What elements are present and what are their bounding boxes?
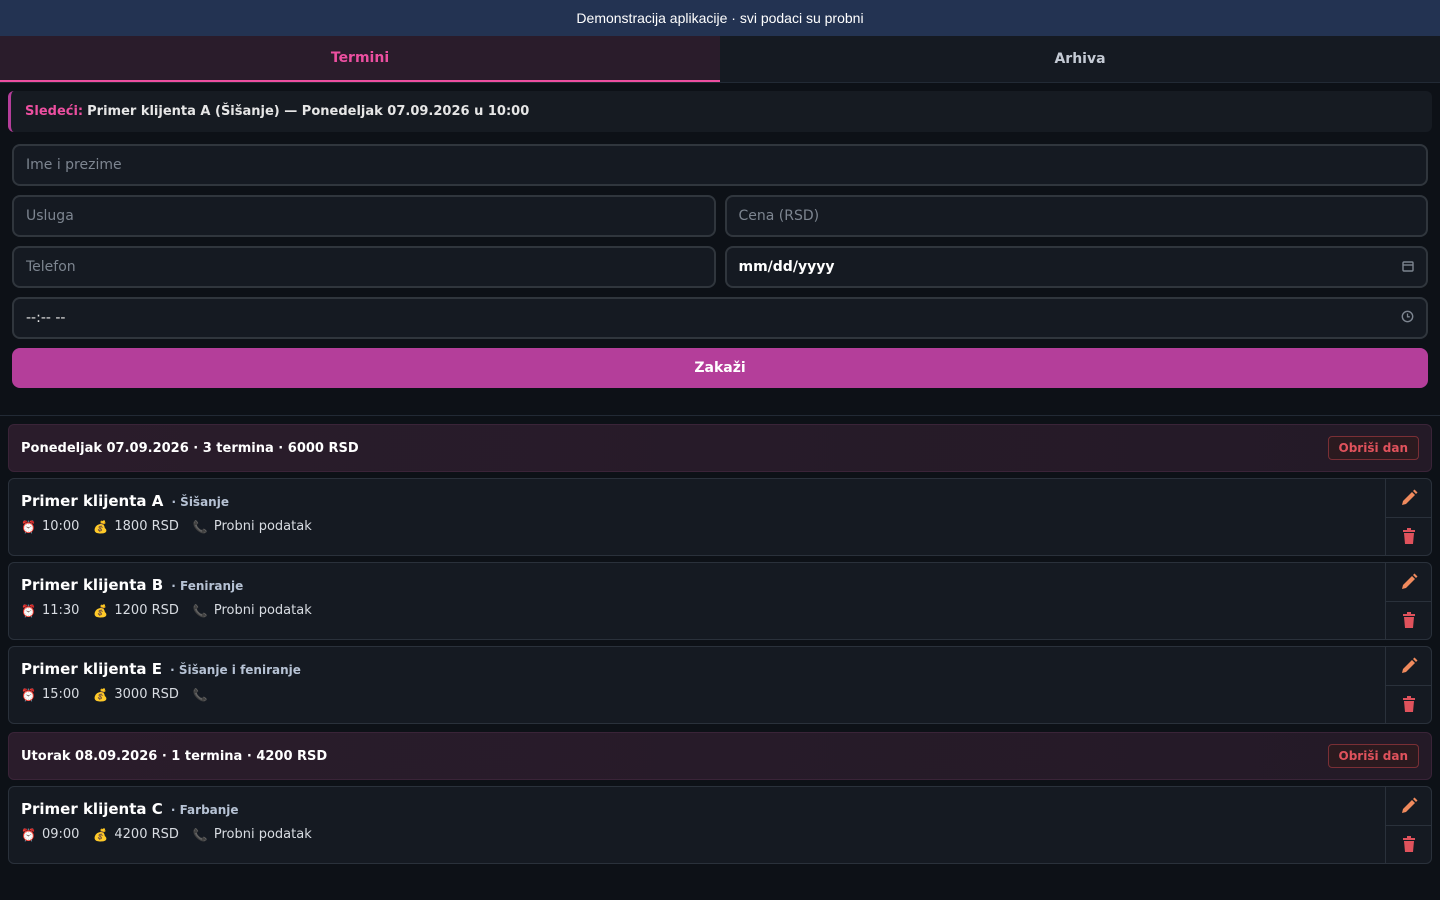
delete-button[interactable] [1386, 824, 1431, 864]
appointment-card: Primer klijenta B · Feniranje ⏰ 11:30 💰 12… [8, 562, 1432, 640]
money-bag-icon: 💰 [93, 687, 109, 702]
tab-termini[interactable]: Termini [0, 36, 720, 82]
next-appointment-banner: Sledeći: Primer klijenta A (Šišanje) — P… [8, 91, 1432, 132]
trash-icon [1402, 528, 1415, 545]
money-bag-icon: 💰 [93, 603, 109, 618]
appointment-time: 15:00 [41, 687, 80, 702]
appointment-price: 1800 RSD [114, 519, 179, 534]
phone-input[interactable] [12, 246, 716, 288]
client-name: Primer klijenta E [21, 660, 162, 678]
alarm-clock-icon: ⏰ [21, 519, 36, 534]
phone-icon: 📞 [192, 603, 208, 618]
time-input[interactable]: --:-- -- [12, 297, 1428, 339]
demo-banner: Demonstracija aplikacije · svi podaci su… [0, 0, 1440, 36]
pencil-icon [1401, 657, 1417, 673]
alarm-clock-icon: ⏰ [21, 827, 36, 842]
day-title: Ponedeljak 07.09.2026 · 3 termina · 6000… [21, 440, 359, 456]
pencil-icon [1401, 489, 1417, 505]
delete-day-button[interactable]: Obriši dan [1327, 436, 1419, 460]
next-text: Primer klijenta A (Šišanje) — Ponedeljak… [87, 104, 530, 119]
appointment-time: 11:30 [41, 603, 80, 618]
delete-day-button[interactable]: Obriši dan [1327, 744, 1419, 768]
appointment-time: 09:00 [41, 827, 80, 842]
trash-icon [1402, 836, 1415, 853]
pencil-icon [1401, 573, 1417, 589]
delete-button[interactable] [1386, 516, 1431, 556]
service-input[interactable] [12, 195, 716, 237]
service-name: · Šišanje i feniranje [170, 663, 301, 677]
phone-icon: 📞 [192, 827, 208, 842]
service-name: · Farbanje [170, 803, 239, 817]
money-bag-icon: 💰 [93, 827, 109, 842]
schedule-button[interactable]: Zakaži [12, 348, 1428, 388]
tab-bar: Termini Arhiva [0, 36, 1440, 83]
appointment-price: 3000 RSD [114, 687, 179, 702]
appointment-card: Primer klijenta E · Šišanje i feniranje … [8, 646, 1432, 724]
date-value: mm/dd/yyyy [738, 259, 835, 275]
appointment-list: Ponedeljak 07.09.2026 · 3 termina · 6000… [0, 424, 1440, 864]
price-input[interactable] [724, 195, 1428, 237]
alarm-clock-icon: ⏰ [21, 687, 36, 702]
edit-button[interactable] [1386, 479, 1431, 517]
clock-icon[interactable] [1401, 310, 1414, 326]
pencil-icon [1401, 797, 1417, 813]
client-name: Primer klijenta B [21, 576, 164, 594]
appointment-card: Primer klijenta C · Farbanje ⏰ 09:00 💰 420… [8, 786, 1432, 864]
name-input[interactable] [12, 144, 1428, 186]
edit-button[interactable] [1386, 647, 1431, 685]
edit-button[interactable] [1386, 563, 1431, 601]
date-input[interactable]: mm/dd/yyyy [724, 246, 1428, 288]
day-header: Ponedeljak 07.09.2026 · 3 termina · 6000… [8, 424, 1432, 472]
service-name: · Feniranje [171, 579, 244, 593]
alarm-clock-icon: ⏰ [21, 603, 36, 618]
trash-icon [1402, 612, 1415, 629]
booking-form: mm/dd/yyyy --:-- -- Zakaži [0, 144, 1440, 416]
appointment-price: 4200 RSD [114, 827, 179, 842]
appointment-price: 1200 RSD [114, 603, 179, 618]
appointment-phone: Probni podatak [213, 603, 312, 618]
money-bag-icon: 💰 [93, 519, 109, 534]
day-title: Utorak 08.09.2026 · 1 termina · 4200 RSD [21, 748, 328, 764]
edit-button[interactable] [1386, 787, 1431, 825]
time-value: --:-- -- [26, 310, 66, 326]
delete-button[interactable] [1386, 684, 1431, 724]
phone-icon: 📞 [192, 519, 208, 534]
appointment-card: Primer klijenta A · Šišanje ⏰ 10:00 💰 1800… [8, 478, 1432, 556]
trash-icon [1402, 696, 1415, 713]
day-header: Utorak 08.09.2026 · 1 termina · 4200 RSD… [8, 732, 1432, 780]
appointment-time: 10:00 [41, 519, 80, 534]
client-name: Primer klijenta A [21, 492, 164, 510]
calendar-icon[interactable] [1402, 260, 1414, 275]
client-name: Primer klijenta C [21, 800, 163, 818]
appointment-phone: Probni podatak [213, 827, 312, 842]
tab-arhiva[interactable]: Arhiva [720, 36, 1440, 82]
next-label: Sledeći: [25, 104, 84, 119]
appointment-phone: Probni podatak [213, 519, 312, 534]
service-name: · Šišanje [171, 495, 229, 509]
delete-button[interactable] [1386, 600, 1431, 640]
phone-icon: 📞 [192, 687, 208, 702]
